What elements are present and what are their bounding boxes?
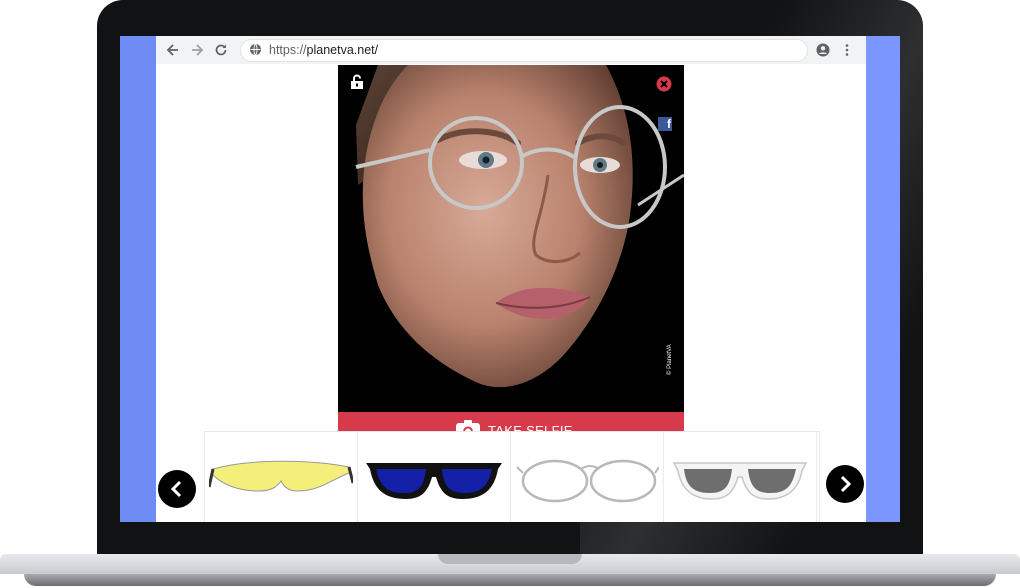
kebab-menu-icon: [845, 44, 849, 56]
url-text: https://planetva.net/: [269, 43, 378, 57]
blue-sunglasses-image: [366, 463, 502, 499]
account-button[interactable]: [814, 41, 832, 59]
tryon-viewer: f © PlanetVA TAKE SELFIE: [338, 65, 684, 449]
account-circle-icon: [816, 43, 830, 57]
unlock-icon[interactable]: [350, 74, 364, 90]
screen-accent: [866, 36, 900, 522]
browser-toolbar: https://planetva.net/: [156, 36, 866, 65]
close-circle-icon[interactable]: [656, 76, 672, 92]
reload-button[interactable]: [212, 41, 230, 59]
frame-thumb-yellow[interactable]: [205, 432, 358, 522]
frame-thumb-blue[interactable]: [358, 432, 511, 522]
round-frames-image: [516, 459, 659, 503]
white-sunglasses-image: [672, 462, 808, 500]
face-render: [355, 65, 684, 388]
address-bar[interactable]: https://planetva.net/: [240, 39, 808, 62]
page-content: f © PlanetVA TAKE SELFIE: [156, 64, 866, 522]
url-scheme: https://: [269, 43, 307, 57]
arrow-right-icon: [192, 44, 204, 56]
chevron-right-icon: [840, 475, 852, 493]
carousel-prev-button[interactable]: [158, 470, 196, 508]
carousel-next-button[interactable]: [826, 465, 864, 503]
copyright-label: © PlanetVA: [667, 344, 673, 375]
frame-thumb-white[interactable]: [664, 432, 817, 522]
base-notch: [438, 554, 582, 564]
facebook-icon[interactable]: f: [658, 117, 672, 131]
base-bottom: [24, 574, 996, 586]
forward-button[interactable]: [188, 41, 206, 59]
browser-window: https://planetva.net/ f © PlanetVA: [156, 36, 866, 522]
menu-button[interactable]: [838, 41, 856, 59]
laptop-base: [0, 548, 1020, 588]
yellow-glasses-image: [209, 460, 353, 492]
url-host: planetva.net/: [306, 43, 379, 57]
back-button[interactable]: [164, 41, 182, 59]
reload-icon: [215, 44, 227, 56]
arrow-left-icon: [166, 44, 178, 56]
laptop-screen: https://planetva.net/ f © PlanetVA: [120, 36, 900, 522]
frame-thumb-round[interactable]: [511, 432, 664, 522]
globe-icon: [250, 43, 261, 56]
frames-carousel: [204, 431, 820, 522]
chevron-left-icon: [170, 480, 182, 498]
